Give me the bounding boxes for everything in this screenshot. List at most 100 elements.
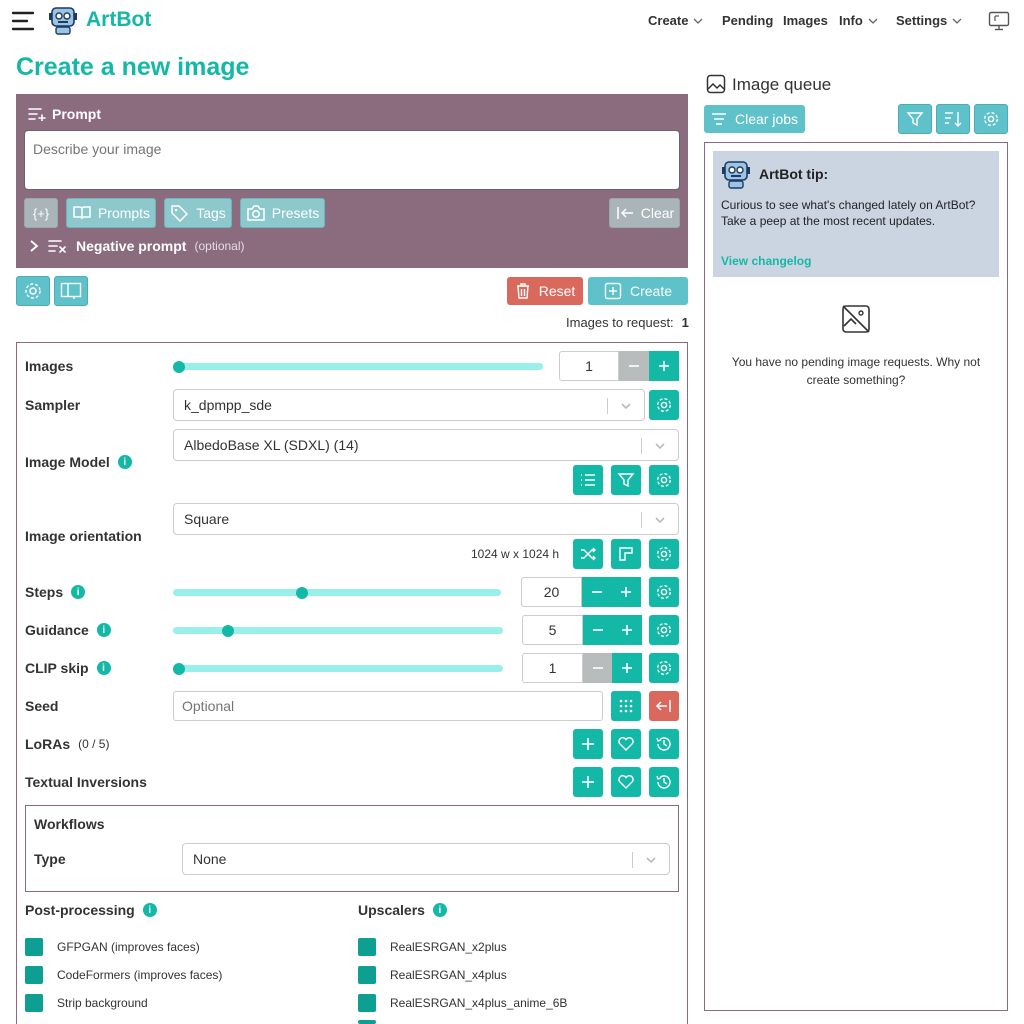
prompt-input[interactable] (24, 130, 680, 190)
guidance-input[interactable]: 5 (522, 615, 583, 645)
clear-prompt-button[interactable]: Clear (609, 198, 680, 228)
gfpgan-checkbox[interactable] (25, 938, 43, 956)
images-increment-button[interactable] (649, 351, 679, 381)
sampler-select[interactable]: k_dpmpp_sde (173, 389, 645, 421)
model-settings-button[interactable] (649, 465, 679, 495)
guidance-settings-button[interactable] (649, 615, 679, 645)
loras-label: LoRAs (25, 736, 71, 752)
recent-ti-button[interactable] (649, 767, 679, 797)
images-slider-thumb[interactable] (173, 361, 185, 373)
guidance-row-label: Guidance i (25, 622, 111, 638)
nav-images[interactable]: Images (783, 13, 828, 28)
clip-skip-slider-thumb[interactable] (173, 663, 185, 675)
ti-row-label: Textual Inversions (25, 774, 147, 790)
steps-settings-button[interactable] (649, 577, 679, 607)
add-ti-button[interactable] (573, 767, 603, 797)
clip-skip-decrement-button[interactable] (583, 653, 613, 683)
layout-button[interactable] (54, 276, 88, 306)
favorite-ti-button[interactable] (611, 767, 641, 797)
orientation-settings-button[interactable] (649, 539, 679, 569)
image-model-select[interactable]: AlbedoBase XL (SDXL) (14) (173, 429, 679, 461)
app-title[interactable]: ArtBot (86, 8, 151, 32)
nav-settings[interactable]: Settings (896, 13, 962, 28)
random-seed-button[interactable] (611, 691, 641, 721)
guidance-decrement-button[interactable] (583, 615, 613, 645)
queue-settings-button[interactable] (974, 104, 1008, 134)
upscaler-x4plus-checkbox[interactable] (358, 966, 376, 984)
strip-background-label: Strip background (57, 996, 148, 1010)
info-icon[interactable]: i (96, 661, 111, 675)
clip-skip-settings-button[interactable] (649, 653, 679, 683)
info-icon[interactable]: i (432, 903, 447, 917)
nav-create[interactable]: Create (648, 13, 703, 28)
seed-label: Seed (25, 698, 59, 714)
strip-background-checkbox[interactable] (25, 994, 43, 1012)
book-icon (73, 206, 91, 220)
codeformers-checkbox[interactable] (25, 966, 43, 984)
favorite-loras-button[interactable] (611, 729, 641, 759)
seed-input[interactable] (173, 691, 603, 721)
model-list-button[interactable] (573, 465, 603, 495)
clip-skip-slider[interactable] (173, 665, 503, 672)
square-plus-icon (604, 282, 622, 300)
hamburger-menu-icon[interactable] (10, 8, 36, 34)
aspect-ratio-button[interactable] (611, 539, 641, 569)
shuffle-icon (581, 547, 596, 561)
images-decrement-button[interactable] (619, 351, 649, 381)
sort-desc-icon (945, 112, 962, 127)
queue-title: Image queue (732, 75, 832, 94)
clear-jobs-button[interactable]: Clear jobs (704, 105, 805, 133)
guidance-increment-button[interactable] (612, 615, 642, 645)
model-filter-button[interactable] (611, 465, 641, 495)
recent-loras-button[interactable] (649, 729, 679, 759)
monitor-icon[interactable] (988, 11, 1010, 31)
settings-button[interactable] (16, 276, 50, 306)
view-changelog-link[interactable]: View changelog (721, 254, 811, 268)
robot-logo-icon[interactable] (47, 4, 79, 36)
reset-button[interactable]: Reset (507, 277, 583, 305)
prompts-button[interactable]: Prompts (66, 198, 156, 228)
workflow-type-select[interactable]: None (182, 843, 670, 875)
tags-button[interactable]: Tags (164, 198, 232, 228)
clip-skip-increment-button[interactable] (612, 653, 642, 683)
negative-prompt-toggle[interactable]: Negative prompt (optional) (28, 238, 245, 254)
steps-input[interactable]: 20 (521, 577, 582, 607)
sampler-settings-button[interactable] (649, 390, 679, 420)
orientation-select[interactable]: Square (173, 503, 679, 535)
orientation-value: Square (184, 511, 230, 527)
steps-slider[interactable] (173, 589, 501, 596)
steps-increment-button[interactable] (611, 577, 641, 607)
textual-inversions-label: Textual Inversions (25, 774, 147, 790)
negative-prompt-label: Negative prompt (76, 238, 187, 254)
upscaler-anime-checkbox[interactable] (358, 994, 376, 1012)
info-icon[interactable]: i (142, 903, 157, 917)
plus-icon (659, 361, 669, 371)
steps-slider-thumb[interactable] (296, 587, 308, 599)
presets-button[interactable]: Presets (240, 198, 325, 228)
clip-skip-input[interactable]: 1 (522, 653, 583, 683)
style-tags-button[interactable]: {+} (24, 198, 58, 228)
layout-icon (60, 282, 82, 299)
info-icon[interactable]: i (117, 455, 132, 469)
create-button[interactable]: Create (588, 277, 688, 305)
randomize-orientation-button[interactable] (573, 539, 603, 569)
add-lora-button[interactable] (573, 729, 603, 759)
guidance-slider-thumb[interactable] (222, 625, 234, 637)
queue-sort-button[interactable] (936, 104, 970, 134)
prompt-heading: Prompt (28, 106, 101, 122)
upscaler-x2plus-checkbox[interactable] (358, 938, 376, 956)
images-slider[interactable] (173, 363, 543, 370)
clear-seed-button[interactable] (649, 691, 679, 721)
images-count-input[interactable]: 1 (559, 351, 619, 381)
nav-info[interactable]: Info (839, 13, 878, 28)
info-icon[interactable]: i (96, 623, 111, 637)
nav-pending[interactable]: Pending (722, 13, 773, 28)
info-icon[interactable]: i (71, 585, 86, 599)
upscaler-partial-checkbox[interactable] (358, 1020, 376, 1024)
queue-filter-button[interactable] (898, 104, 932, 134)
gear-icon (983, 111, 999, 127)
loras-row-label: LoRAs (0 / 5) (25, 736, 109, 752)
steps-decrement-button[interactable] (582, 577, 612, 607)
gear-icon (656, 472, 672, 488)
chevron-down-icon (655, 517, 665, 524)
